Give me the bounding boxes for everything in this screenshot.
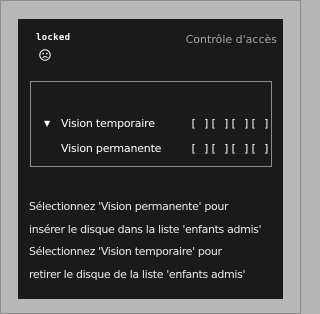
lock-status-label: locked	[36, 33, 71, 43]
help-line: insérer le disque dans la liste 'enfants…	[29, 222, 262, 236]
selection-cursor-icon: ▼	[44, 118, 51, 128]
device-frame: locked Contrôle d'accès ▼ Vision tempora…	[0, 0, 301, 314]
sad-face-icon	[39, 49, 51, 61]
help-text: Sélectionnez 'Vision permanente' pour in…	[29, 196, 262, 286]
option-label: Vision permanente	[61, 141, 162, 155]
slot-checkbox[interactable]: [ ]	[230, 142, 250, 155]
slot-checkbox[interactable]: [ ]	[190, 142, 210, 155]
help-line: Sélectionnez 'Vision temporaire' pour	[29, 245, 222, 258]
page-title: Contrôle d'accès	[185, 33, 277, 46]
slot-checkbox[interactable]: [ ]	[190, 117, 210, 130]
slot-checkbox[interactable]: [ ]	[250, 117, 270, 130]
help-line: Sélectionnez 'Vision permanente' pour	[29, 200, 229, 213]
menu-screen: locked Contrôle d'accès ▼ Vision tempora…	[18, 19, 283, 299]
slot-checkbox[interactable]: [ ]	[250, 142, 270, 155]
help-line: retirer le disque de la liste 'enfants a…	[29, 267, 246, 281]
slot-checkbox[interactable]: [ ]	[210, 142, 230, 155]
slot-checkbox[interactable]: [ ]	[210, 117, 230, 130]
option-label: Vision temporaire	[61, 116, 155, 130]
slot-group: [ ] [ ] [ ] [ ]	[190, 142, 270, 155]
options-panel: ▼ Vision temporaire [ ] [ ] [ ] [ ] Visi…	[30, 81, 272, 167]
slot-checkbox[interactable]: [ ]	[230, 117, 250, 130]
slot-group: [ ] [ ] [ ] [ ]	[190, 117, 270, 130]
